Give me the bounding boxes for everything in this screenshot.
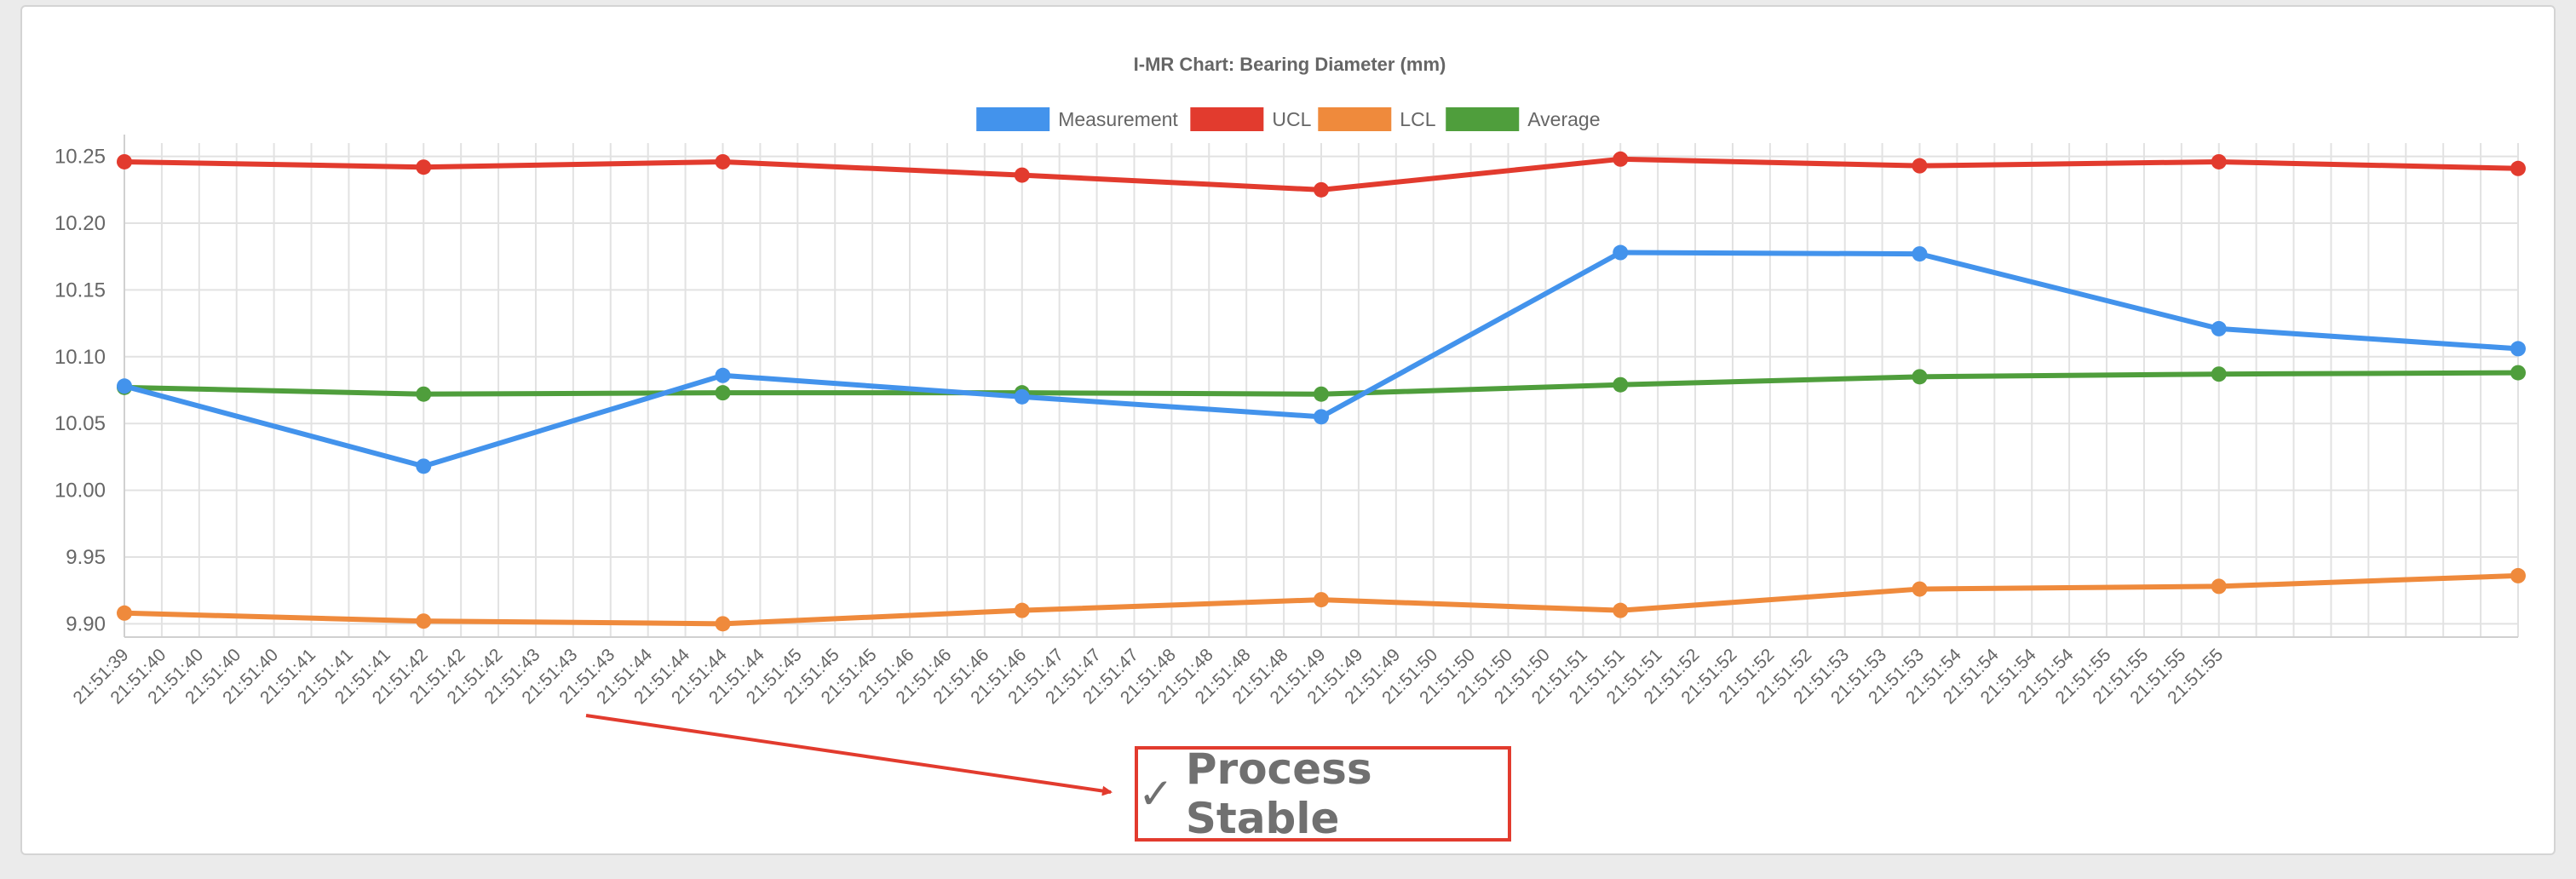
data-point-lcl [1613, 602, 1629, 618]
data-point-measurement [715, 367, 731, 383]
y-tick-label: 10.15 [55, 279, 106, 302]
data-point-average [416, 386, 432, 402]
chart-title: I-MR Chart: Bearing Diameter (mm) [1134, 54, 1446, 75]
data-point-lcl [715, 616, 731, 632]
y-tick-label: 9.95 [66, 546, 106, 569]
legend-swatch-measurement [976, 107, 1050, 131]
process-status-label: Process Stable [1185, 744, 1372, 843]
y-tick-label: 10.25 [55, 146, 106, 169]
y-tick-label: 10.05 [55, 412, 106, 435]
legend-label-ucl: UCL [1272, 108, 1311, 130]
data-point-measurement [2510, 341, 2526, 357]
data-point-measurement [1314, 409, 1329, 425]
legend-swatch-lcl [1318, 107, 1392, 131]
data-point-lcl [117, 605, 132, 621]
legend: Measurement UCL LCL Average [976, 107, 1601, 131]
data-point-ucl [416, 159, 432, 175]
data-point-average [1613, 376, 1629, 393]
data-point-measurement [1912, 246, 1928, 262]
data-point-measurement [1014, 388, 1030, 405]
data-point-lcl [1014, 602, 1030, 618]
data-point-lcl [416, 613, 432, 629]
data-point-average [715, 385, 731, 401]
data-point-lcl [2510, 567, 2526, 583]
data-point-average [2510, 365, 2526, 381]
data-point-ucl [117, 153, 132, 169]
data-point-average [1314, 386, 1329, 402]
y-tick-label: 10.10 [55, 346, 106, 369]
data-point-lcl [1912, 581, 1928, 597]
data-point-measurement [416, 458, 432, 474]
data-point-ucl [2211, 153, 2227, 169]
legend-swatch-ucl [1190, 107, 1264, 131]
check-icon: ✓ [1138, 769, 1174, 819]
data-point-ucl [2510, 160, 2526, 176]
annotation-arrow [585, 714, 1113, 796]
legend-label-measurement: Measurement [1058, 108, 1178, 130]
process-status-box: ✓ Process Stable [1135, 744, 1511, 843]
data-point-measurement [1613, 244, 1629, 261]
imr-chart: 9.909.9510.0010.0510.1010.1510.2010.2521… [55, 54, 2526, 796]
legend-swatch-average [1446, 107, 1520, 131]
data-point-average [1912, 369, 1928, 385]
data-point-average [2211, 366, 2227, 382]
data-point-ucl [1613, 151, 1629, 167]
data-point-ucl [1014, 167, 1030, 183]
legend-label-average: Average [1527, 108, 1600, 130]
data-point-ucl [1912, 158, 1928, 174]
data-point-lcl [2211, 578, 2227, 595]
data-point-ucl [1314, 181, 1329, 198]
data-point-measurement [2211, 320, 2227, 336]
data-point-measurement [117, 378, 132, 394]
chart-card: 9.90 9.95 10.00 10.05 10.10 10.15 10.20 10.25 21… [20, 5, 2556, 855]
y-tick-label: 10.00 [55, 480, 106, 503]
y-tick-label: 10.20 [55, 212, 106, 235]
legend-label-lcl: LCL [1400, 108, 1435, 130]
data-point-ucl [715, 153, 731, 169]
data-point-lcl [1314, 592, 1329, 608]
y-tick-label: 9.90 [66, 612, 106, 635]
